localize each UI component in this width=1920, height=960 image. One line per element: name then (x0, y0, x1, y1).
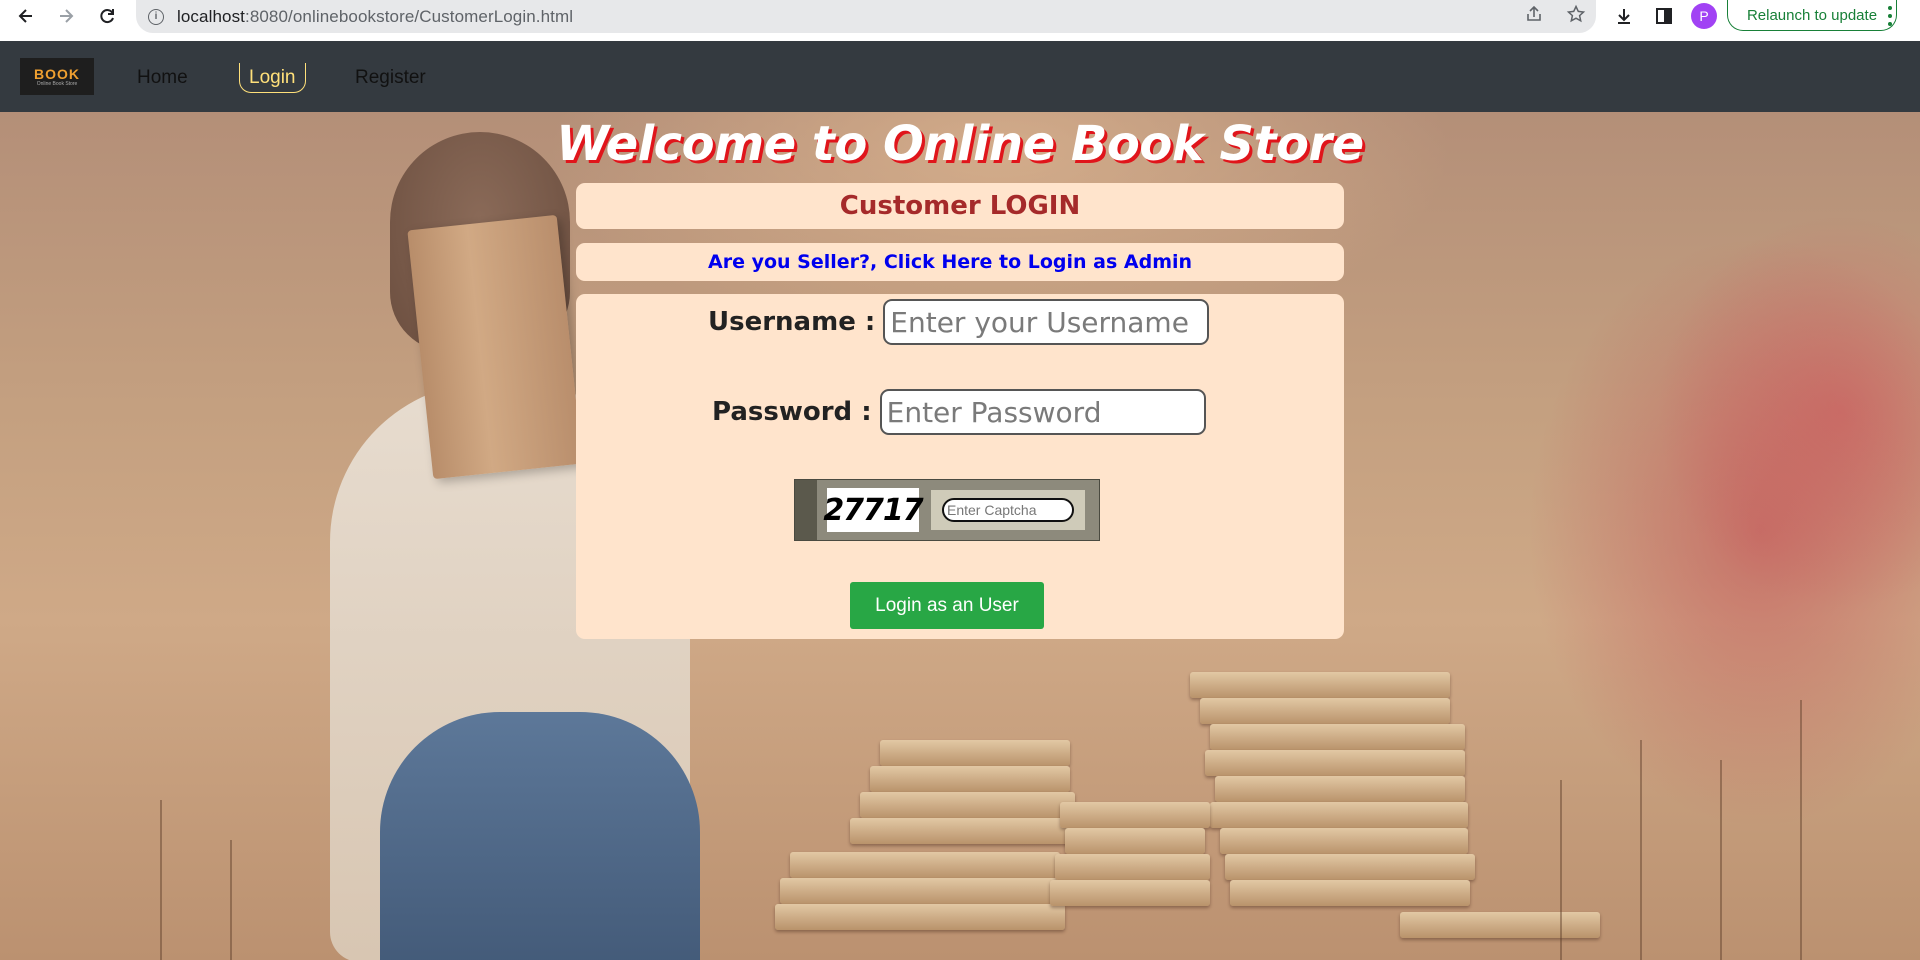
brand-logo-text: BOOK (34, 65, 80, 82)
username-input[interactable] (883, 299, 1210, 345)
password-label: Password : (712, 397, 872, 427)
login-button[interactable]: Login as an User (850, 582, 1044, 629)
background-book (775, 904, 1065, 930)
background-book (850, 818, 1070, 844)
share-icon[interactable] (1524, 4, 1544, 28)
background-book (1060, 802, 1210, 828)
address-bar[interactable]: i localhost:8080/onlinebookstore/Custome… (136, 0, 1596, 33)
background-book (1220, 828, 1468, 854)
background-held-book (407, 214, 583, 480)
background-book (1190, 672, 1450, 698)
info-icon[interactable]: i (148, 8, 164, 25)
url-text: localhost:8080/onlinebookstore/CustomerL… (177, 7, 573, 27)
captcha-input-wrap (931, 490, 1085, 530)
relaunch-button[interactable]: Relaunch to update (1727, 0, 1897, 31)
seller-link-panel: Are you Seller?, Click Here to Login as … (576, 243, 1344, 281)
form-title: Customer LOGIN (839, 191, 1081, 221)
nav-link-login[interactable]: Login (239, 63, 306, 93)
welcome-heading: Welcome to Online Book Store (556, 116, 1364, 172)
star-icon[interactable] (1566, 4, 1586, 28)
download-icon[interactable] (1613, 5, 1635, 27)
background-book (870, 766, 1070, 792)
background-book (1065, 828, 1205, 854)
background-book (1200, 698, 1450, 724)
background-book (1050, 880, 1210, 906)
profile-avatar[interactable]: P (1691, 3, 1717, 29)
background-grass (1560, 780, 1562, 960)
side-panel-icon[interactable] (1653, 5, 1675, 27)
background-grass (1720, 760, 1722, 960)
kebab-menu-icon[interactable] (1885, 4, 1895, 28)
captcha-edge (795, 480, 817, 540)
background-book (1205, 750, 1465, 776)
captcha-code: 27717 (823, 488, 924, 532)
reload-icon[interactable] (89, 0, 125, 31)
admin-login-link[interactable]: Are you Seller?, Click Here to Login as … (708, 251, 1192, 273)
form-title-panel: Customer LOGIN (576, 183, 1344, 229)
url-host: localhost (177, 6, 245, 26)
brand-logo-subtext: Online Book Store (36, 80, 78, 87)
forward-icon[interactable] (48, 0, 84, 31)
background-book (880, 740, 1070, 766)
background-book (780, 878, 1060, 904)
background-book (1055, 854, 1210, 880)
background-book (1210, 724, 1465, 750)
captcha-input[interactable] (942, 498, 1074, 522)
background-book (1215, 776, 1465, 802)
username-row: Username : (708, 299, 1210, 345)
captcha-widget: 27717 (794, 479, 1100, 541)
background-book (860, 792, 1075, 818)
browser-chrome: i localhost:8080/onlinebookstore/Custome… (0, 0, 1920, 41)
password-input[interactable] (879, 389, 1206, 435)
background-book (1400, 912, 1600, 938)
login-form: Username : Password : 27717 Login as an … (576, 294, 1344, 639)
background-book (1230, 880, 1470, 906)
url-path: :8080/onlinebookstore/CustomerLogin.html (245, 6, 574, 26)
background-grass (160, 800, 162, 960)
background-girl-jeans (380, 712, 700, 960)
nav-link-home[interactable]: Home (137, 63, 188, 93)
background-book (790, 852, 1060, 878)
background-book (1225, 854, 1475, 880)
site-navbar: BOOK Online Book Store Home Login Regist… (0, 41, 1920, 112)
brand-logo[interactable]: BOOK Online Book Store (20, 58, 94, 95)
username-label: Username : (708, 307, 876, 337)
background-grass (1800, 700, 1802, 960)
nav-link-register[interactable]: Register (355, 63, 426, 93)
background-book (1210, 802, 1468, 828)
password-row: Password : (712, 389, 1206, 435)
back-icon[interactable] (8, 0, 44, 31)
background-grass (230, 840, 232, 960)
background-grass (1640, 740, 1642, 960)
